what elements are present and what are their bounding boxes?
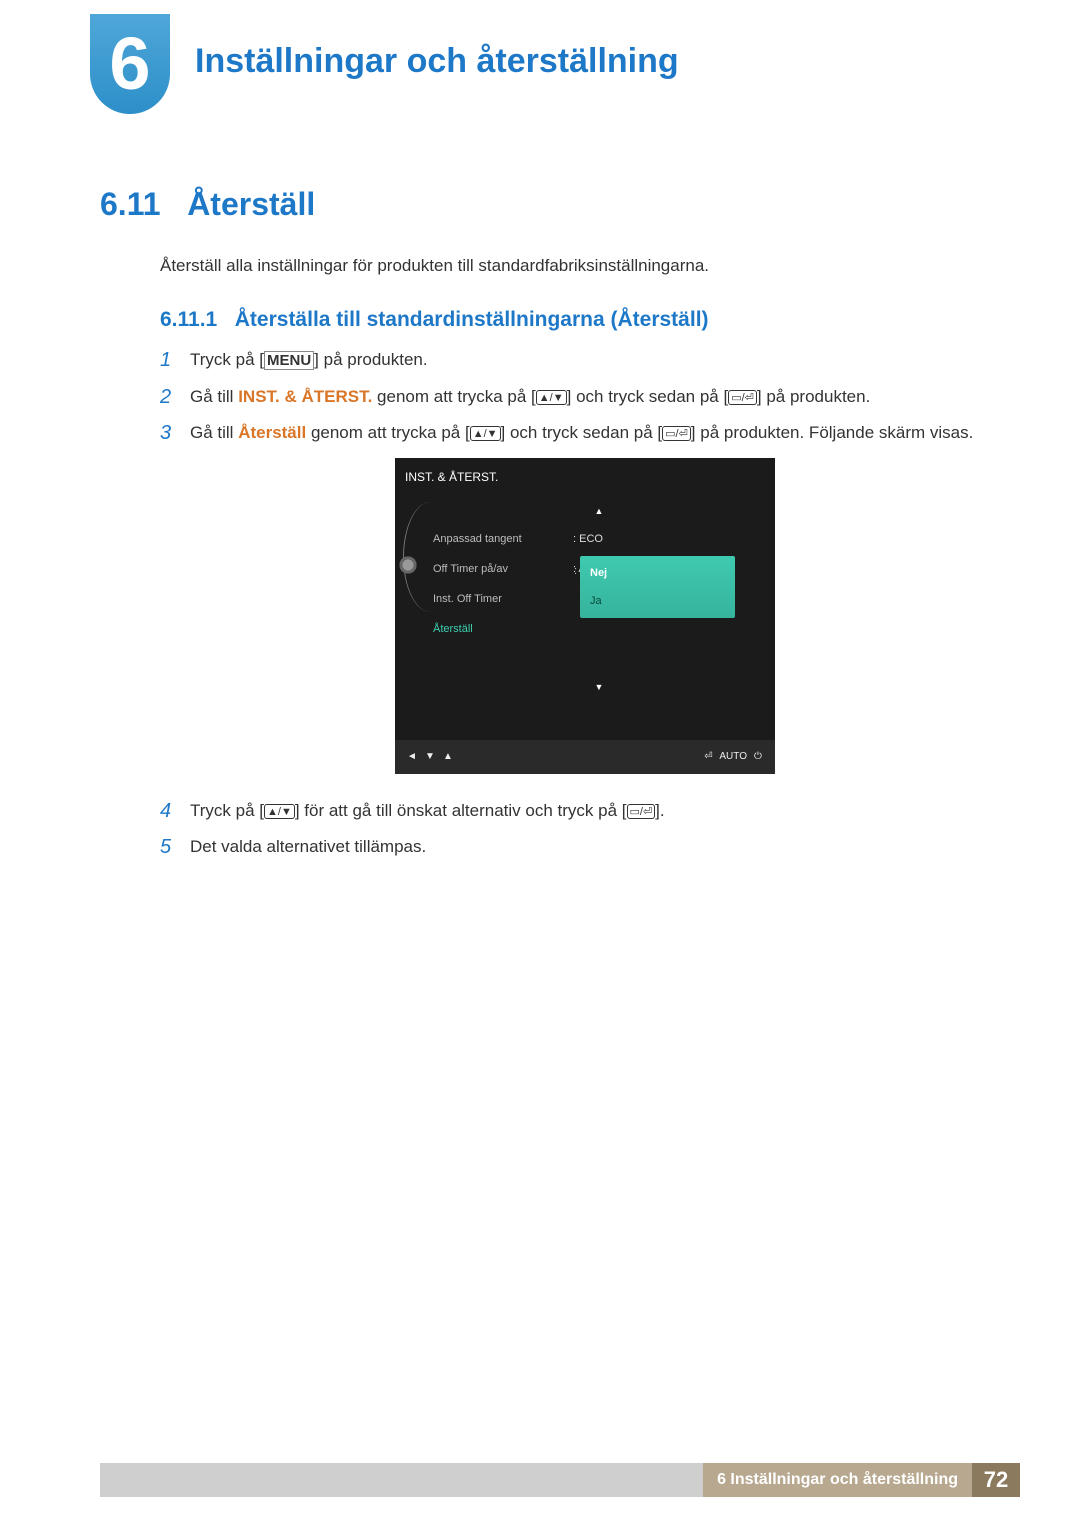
steps-list: 1 Tryck på [MENU] på produkten. 2 Gå til… <box>160 347 980 870</box>
osd-row: Anpassad tangent : ECO <box>433 524 765 554</box>
text: ] och tryck sedan på [ <box>567 387 729 406</box>
source-enter-icon: ▭/⏎ <box>728 390 757 405</box>
step-1: 1 Tryck på [MENU] på produkten. <box>160 347 980 374</box>
up-down-icon: ▲/▼ <box>470 426 501 441</box>
step-number: 4 <box>160 798 190 824</box>
osd-down-icon: ▼ <box>421 744 439 770</box>
step-body: Gå till Återställ genom att trycka på [▲… <box>190 420 980 788</box>
osd-bottom-bar: ◄ ▼ ▲ ⏎ AUTO ⏻ <box>395 740 775 774</box>
step-2: 2 Gå till INST. & ÅTERST. genom att tryc… <box>160 384 980 410</box>
step-3: 3 Gå till Återställ genom att trycka på … <box>160 420 980 788</box>
osd-enter-icon: ⏎ <box>699 744 717 770</box>
footer-spacer <box>100 1463 703 1497</box>
footer-bar: 6 Inställningar och återställning 72 <box>100 1463 1020 1497</box>
up-down-icon: ▲/▼ <box>264 804 295 819</box>
menu-target: INST. & ÅTERST. <box>238 387 372 406</box>
subsection-heading: 6.11.1 Återställa till standardinställni… <box>160 308 709 332</box>
text: Gå till <box>190 387 238 406</box>
osd-screenshot: INST. & ÅTERST. ▲ Anpassad tangent : ECO… <box>395 458 775 774</box>
section-title: Återställ <box>187 186 315 222</box>
osd-up-arrow-icon: ▲ <box>433 498 765 524</box>
up-down-icon: ▲/▼ <box>536 390 567 405</box>
text: Tryck på [ <box>190 801 264 820</box>
step-body: Det valda alternativet tillämpas. <box>190 834 980 860</box>
osd-label: Återställ <box>433 616 573 642</box>
footer-chapter-label: 6 Inställningar och återställning <box>703 1463 972 1497</box>
step-body: Tryck på [MENU] på produkten. <box>190 347 980 374</box>
step-5: 5 Det valda alternativet tillämpas. <box>160 834 980 860</box>
section-number: 6.11 <box>100 186 161 222</box>
text: ] och tryck sedan på [ <box>501 423 663 442</box>
section-intro-text: Återställ alla inställningar för produkt… <box>160 256 709 276</box>
step-body: Gå till INST. & ÅTERST. genom att trycka… <box>190 384 980 410</box>
text: genom att trycka på [ <box>372 387 535 406</box>
step-body: Tryck på [▲/▼] för att gå till önskat al… <box>190 798 980 824</box>
text: ] på produkten. <box>314 350 427 369</box>
osd-down-arrow-icon: ▼ <box>433 644 765 700</box>
step-4: 4 Tryck på [▲/▼] för att gå till önskat … <box>160 798 980 824</box>
text: ] för att gå till önskat alternativ och … <box>295 801 627 820</box>
step-number: 1 <box>160 347 190 374</box>
osd-label: Anpassad tangent <box>433 526 573 552</box>
menu-target: Återställ <box>238 423 306 442</box>
osd-value: : ECO <box>573 526 603 552</box>
subsection-number: 6.11.1 <box>160 308 217 331</box>
text: Gå till <box>190 423 238 442</box>
osd-row-selected: Återställ <box>433 614 765 644</box>
colon: : <box>574 558 577 584</box>
osd-power-icon: ⏻ <box>749 744 767 770</box>
text: ECO <box>579 533 603 545</box>
text: Tryck på [ <box>190 350 264 369</box>
chapter-title: Inställningar och återställning <box>195 42 679 81</box>
osd-popup: : Nej Ja <box>580 556 735 618</box>
text: ]. <box>655 801 664 820</box>
osd-body: ▲ Anpassad tangent : ECO Off Timer på/av… <box>395 494 775 740</box>
osd-title: INST. & ÅTERST. <box>395 458 775 494</box>
menu-key: MENU <box>264 351 314 370</box>
osd-label: Off Timer på/av <box>433 556 573 582</box>
footer-page-number: 72 <box>972 1463 1020 1497</box>
osd-popup-option: Ja <box>580 587 735 615</box>
section-heading: 6.11 Återställ <box>100 186 315 223</box>
chapter-number-badge: 6 <box>90 14 170 114</box>
osd-popup-option-selected: Nej <box>580 559 735 587</box>
osd-up-icon: ▲ <box>439 744 457 770</box>
step-number: 5 <box>160 834 190 860</box>
subsection-title: Återställa till standardinställningarna … <box>235 308 709 331</box>
gear-icon <box>397 554 419 576</box>
osd-label: Inst. Off Timer <box>433 586 573 612</box>
step-number: 2 <box>160 384 190 410</box>
step-number: 3 <box>160 420 190 788</box>
text: genom att trycka på [ <box>306 423 469 442</box>
text: ] på produkten. <box>757 387 870 406</box>
source-enter-icon: ▭/⏎ <box>627 804 656 819</box>
source-enter-icon: ▭/⏎ <box>662 426 691 441</box>
osd-auto-label: AUTO <box>717 744 749 770</box>
osd-back-icon: ◄ <box>403 744 421 770</box>
text: ] på produkten. Följande skärm visas. <box>691 423 974 442</box>
